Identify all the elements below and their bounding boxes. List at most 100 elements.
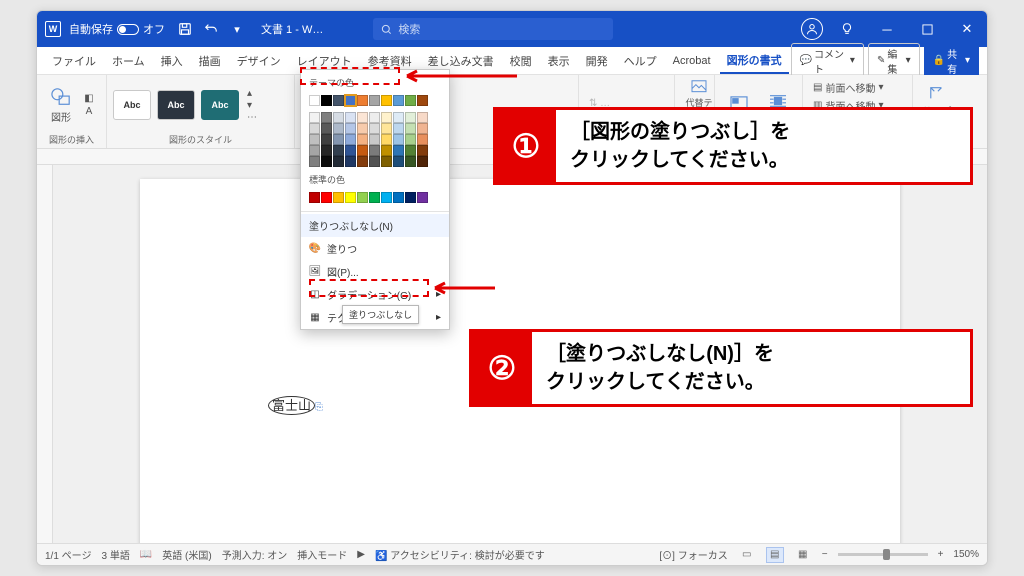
- standard-color-cell[interactable]: [345, 192, 356, 203]
- theme-tint-cell[interactable]: [405, 123, 416, 134]
- predictive-input[interactable]: 予測入力: オン: [222, 547, 288, 562]
- theme-tint-cell[interactable]: [369, 123, 380, 134]
- theme-tint-cell[interactable]: [369, 112, 380, 123]
- theme-tint-cell[interactable]: [309, 112, 320, 123]
- style-preview-2[interactable]: Abc: [157, 90, 195, 120]
- theme-tint-cell[interactable]: [333, 134, 344, 145]
- theme-tint-cell[interactable]: [369, 134, 380, 145]
- theme-tint-cell[interactable]: [333, 145, 344, 156]
- vertical-ruler[interactable]: [37, 165, 53, 543]
- theme-tint-cell[interactable]: [405, 112, 416, 123]
- standard-color-cell[interactable]: [333, 192, 344, 203]
- language[interactable]: 英語 (米国): [162, 547, 211, 562]
- theme-tint-cell[interactable]: [417, 134, 428, 145]
- theme-tint-cell[interactable]: [321, 123, 332, 134]
- word-count[interactable]: 3 単語: [101, 547, 129, 562]
- theme-color-cell[interactable]: [345, 95, 356, 106]
- theme-tint-cell[interactable]: [357, 134, 368, 145]
- tab-help[interactable]: ヘルプ: [617, 49, 664, 73]
- shapes-button[interactable]: 図形: [43, 83, 79, 127]
- zoom-in-icon[interactable]: +: [938, 549, 944, 560]
- theme-tint-cell[interactable]: [405, 156, 416, 167]
- macro-icon[interactable]: ▶: [357, 549, 365, 560]
- page-count[interactable]: 1/1 ページ: [45, 547, 91, 562]
- theme-color-cell[interactable]: [321, 95, 332, 106]
- theme-tint-cell[interactable]: [357, 123, 368, 134]
- theme-tint-cell[interactable]: [381, 134, 392, 145]
- theme-tint-cell[interactable]: [369, 145, 380, 156]
- theme-tint-cell[interactable]: [357, 156, 368, 167]
- theme-color-cell[interactable]: [405, 95, 416, 106]
- tab-file[interactable]: ファイル: [45, 49, 103, 73]
- theme-tint-cell[interactable]: [333, 112, 344, 123]
- theme-tint-cell[interactable]: [345, 123, 356, 134]
- theme-tint-cell[interactable]: [381, 123, 392, 134]
- edit-shape-icon[interactable]: ◧: [83, 93, 95, 105]
- read-mode-icon[interactable]: ▭: [738, 547, 756, 563]
- theme-color-cell[interactable]: [393, 95, 404, 106]
- theme-tint-cell[interactable]: [309, 156, 320, 167]
- shape-label-fuji[interactable]: 富士山⎘: [268, 395, 323, 414]
- standard-color-cell[interactable]: [417, 192, 428, 203]
- theme-tint-cell[interactable]: [333, 123, 344, 134]
- tab-view[interactable]: 表示: [541, 49, 577, 73]
- theme-tint-cell[interactable]: [393, 156, 404, 167]
- theme-tint-cell[interactable]: [345, 156, 356, 167]
- theme-tint-cell[interactable]: [357, 145, 368, 156]
- account-icon[interactable]: [801, 18, 823, 40]
- theme-tint-cell[interactable]: [345, 112, 356, 123]
- standard-color-cell[interactable]: [393, 192, 404, 203]
- style-gallery-more[interactable]: ⋯: [247, 112, 257, 123]
- tab-shape-format[interactable]: 図形の書式: [720, 48, 789, 74]
- standard-color-cell[interactable]: [405, 192, 416, 203]
- autosave-toggle[interactable]: 自動保存 オフ: [69, 21, 165, 37]
- theme-tint-cell[interactable]: [321, 134, 332, 145]
- style-preview-3[interactable]: Abc: [201, 90, 239, 120]
- theme-tint-cell[interactable]: [381, 112, 392, 123]
- tab-draw[interactable]: 描画: [192, 49, 228, 73]
- theme-tint-cell[interactable]: [369, 156, 380, 167]
- theme-tint-cell[interactable]: [333, 156, 344, 167]
- focus-mode[interactable]: [⊙] フォーカス: [659, 547, 727, 562]
- save-icon[interactable]: [175, 19, 195, 39]
- theme-tint-cell[interactable]: [393, 145, 404, 156]
- theme-tint-cell[interactable]: [321, 156, 332, 167]
- theme-tint-cell[interactable]: [417, 123, 428, 134]
- text-box-icon[interactable]: A: [83, 106, 95, 118]
- picture-fill-item[interactable]: 🖼 図(P)...: [301, 260, 449, 283]
- standard-color-cell[interactable]: [369, 192, 380, 203]
- zoom-level[interactable]: 150%: [953, 549, 979, 560]
- redo-dropdown-icon[interactable]: ▾: [227, 19, 247, 39]
- theme-tint-cell[interactable]: [417, 156, 428, 167]
- theme-tint-cell[interactable]: [309, 134, 320, 145]
- gradient-fill-item[interactable]: ◫ グラデーション(G) ▸: [301, 283, 449, 306]
- theme-tint-cell[interactable]: [345, 134, 356, 145]
- standard-color-cell[interactable]: [309, 192, 320, 203]
- theme-tint-cell[interactable]: [345, 145, 356, 156]
- print-layout-icon[interactable]: ▤: [766, 547, 784, 563]
- spell-check-icon[interactable]: 📖: [140, 549, 152, 560]
- theme-tint-cell[interactable]: [381, 156, 392, 167]
- theme-color-cell[interactable]: [381, 95, 392, 106]
- insert-mode[interactable]: 挿入モード: [297, 547, 347, 562]
- more-fill-colors-item[interactable]: 🎨 塗りつ: [301, 237, 449, 260]
- theme-tint-cell[interactable]: [321, 112, 332, 123]
- theme-tint-cell[interactable]: [393, 123, 404, 134]
- theme-tint-cell[interactable]: [393, 112, 404, 123]
- tab-acrobat[interactable]: Acrobat: [666, 51, 718, 71]
- theme-color-cell[interactable]: [309, 95, 320, 106]
- theme-tint-cell[interactable]: [417, 145, 428, 156]
- standard-color-cell[interactable]: [357, 192, 368, 203]
- tab-developer[interactable]: 開発: [579, 49, 615, 73]
- tab-insert[interactable]: 挿入: [154, 49, 190, 73]
- theme-color-cell[interactable]: [357, 95, 368, 106]
- zoom-out-icon[interactable]: −: [822, 549, 828, 560]
- comments-button[interactable]: 💬 コメント ▾: [791, 43, 864, 79]
- tab-home[interactable]: ホーム: [105, 49, 152, 73]
- theme-color-cell[interactable]: [369, 95, 380, 106]
- editing-button[interactable]: ✎ 編集 ▾: [868, 43, 920, 79]
- share-button[interactable]: 🔒 共有 ▾: [924, 43, 979, 79]
- style-gallery-up[interactable]: ▴: [247, 88, 257, 99]
- theme-tint-cell[interactable]: [309, 123, 320, 134]
- theme-tint-cell[interactable]: [405, 134, 416, 145]
